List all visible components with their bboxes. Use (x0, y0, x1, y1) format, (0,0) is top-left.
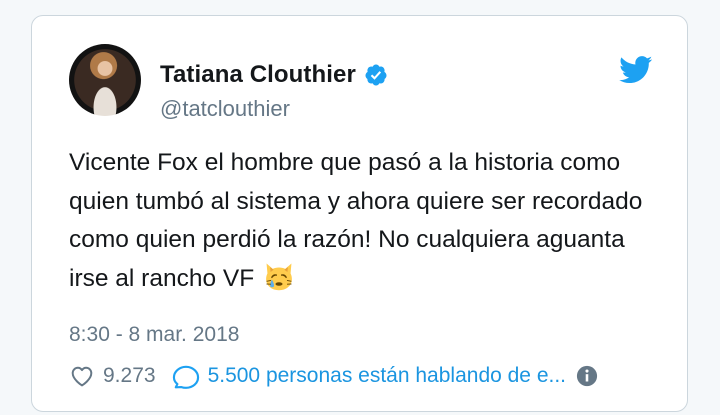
like-button[interactable]: 9.273 (69, 363, 156, 389)
conversation-link[interactable]: 5.500 personas están hablando de e... (172, 363, 598, 389)
twitter-bird-icon[interactable] (619, 56, 653, 84)
info-icon[interactable] (576, 365, 598, 387)
heart-icon (71, 366, 93, 387)
tweet-body: Vicente Fox el hombre que pasó a la hist… (69, 149, 643, 292)
verified-badge-icon (365, 64, 387, 86)
like-count: 9.273 (103, 364, 156, 387)
author-name-row: Tatiana Clouthier (160, 60, 388, 90)
tweet-timestamp[interactable]: 8:30 - 8 mar. 2018 (69, 323, 239, 347)
conversation-text: 5.500 personas están hablando de e... (207, 364, 567, 387)
reply-bubble-icon (172, 365, 199, 389)
tweet-text: Vicente Fox el hombre que pasó a la hist… (69, 144, 659, 298)
author-avatar[interactable] (69, 44, 141, 116)
tweet-actions: 9.273 5.500 personas están hablando de e… (69, 358, 669, 394)
author-handle[interactable]: @tatclouthier (160, 96, 290, 122)
crying-cat-face-icon (266, 263, 292, 290)
author-name[interactable]: Tatiana Clouthier (160, 61, 356, 89)
tweet-card[interactable]: Tatiana Clouthier @tatclouthier Vicente … (31, 15, 688, 412)
